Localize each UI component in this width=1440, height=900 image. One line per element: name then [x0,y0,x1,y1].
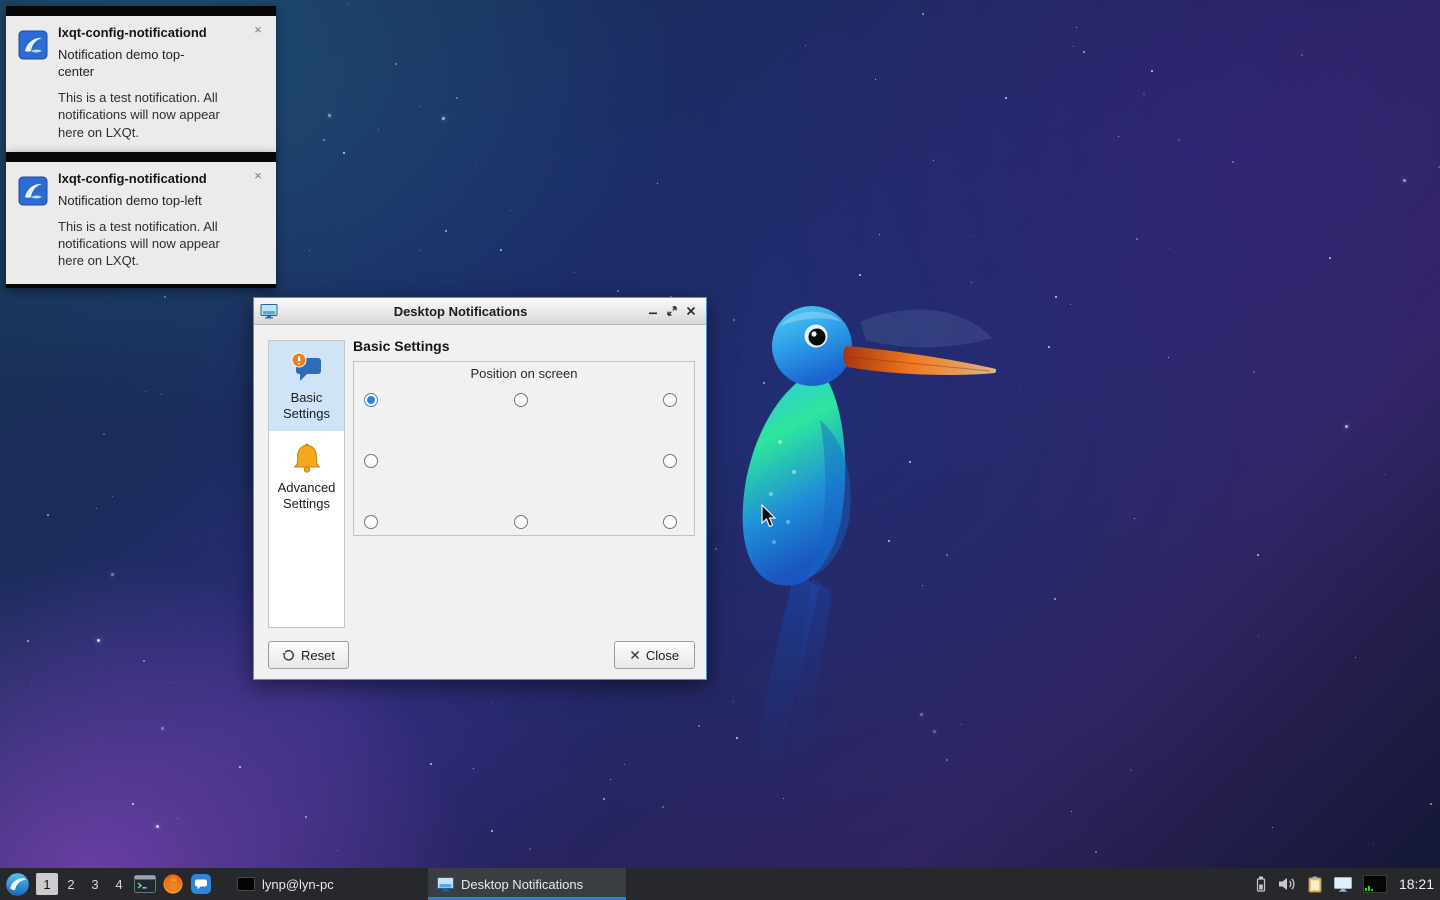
terminal-launcher[interactable] [132,868,158,900]
radio-top-left[interactable] [364,393,378,407]
reset-icon [282,649,295,662]
chat-launcher[interactable] [188,868,214,900]
notification-app-name: lxqt-config-notificationd [58,171,243,186]
display-icon[interactable] [1333,876,1353,892]
notification-bottom-edge [6,284,276,288]
lxqt-logo-icon [5,872,30,897]
clock[interactable]: 18:21 [1399,876,1434,892]
radio-top-right[interactable] [663,393,677,407]
workspace-2[interactable]: 2 [60,873,82,895]
task-desktop-notifications[interactable]: Desktop Notifications [428,868,626,900]
close-button[interactable]: Close [614,641,695,669]
chat-icon [190,873,212,895]
notification-titlebar [6,152,276,162]
radio-top-center[interactable] [514,393,528,407]
workspace-pager: 1 2 3 4 [36,873,130,895]
workspace-3[interactable]: 3 [84,873,106,895]
notification-top-left: lxqt-config-notificationd × Notification… [6,152,276,288]
window-title: Desktop Notifications [278,304,643,319]
radio-middle-right[interactable] [663,454,677,468]
radio-bottom-center[interactable] [514,515,528,529]
notification-body: This is a test notification. All notific… [58,89,238,140]
notification-summary: Notification demo top-left [58,192,208,209]
workspace-1[interactable]: 1 [36,873,58,895]
hummingbird-illustration [660,280,1080,800]
position-groupbox: Position on screen [353,361,695,536]
notification-app-name: lxqt-config-notificationd [58,25,243,40]
page-title: Basic Settings [353,338,449,354]
close-x-icon [630,650,640,660]
workspace-4[interactable]: 4 [108,873,130,895]
sidebar-item-label: Advanced Settings [278,480,336,511]
lubuntu-bird-icon [18,30,48,60]
groupbox-title: Position on screen [354,366,694,381]
notification-close-button[interactable]: × [250,168,266,184]
notification-body: This is a test notification. All notific… [58,218,238,269]
reset-button-label: Reset [301,648,335,663]
close-button-label: Close [646,648,679,663]
notification-summary: Notification demo top-center [58,46,208,80]
battery-icon[interactable] [1255,875,1267,893]
task-label: Desktop Notifications [461,877,583,892]
settings-sidebar: Basic Settings Advanced Settings [268,340,345,628]
terminal-icon [134,875,156,893]
app-menu-button[interactable] [2,868,32,900]
volume-icon[interactable] [1277,876,1297,892]
notification-titlebar [6,6,276,16]
sidebar-item-advanced-settings[interactable]: Advanced Settings [269,431,344,521]
firefox-launcher[interactable] [160,868,186,900]
lubuntu-bird-icon [18,176,48,206]
restore-icon[interactable] [662,302,681,321]
monitor-icon [437,877,454,892]
sidebar-item-basic-settings[interactable]: Basic Settings [269,341,344,431]
radio-middle-left[interactable] [364,454,378,468]
task-label: lynp@lyn-pc [262,877,334,892]
close-icon[interactable] [681,302,700,321]
system-tray: 18:21 [1255,875,1440,893]
mouse-cursor [760,504,778,530]
reset-button[interactable]: Reset [268,641,349,669]
clipboard-icon[interactable] [1307,875,1323,893]
bell-icon [289,441,325,475]
taskbar: 1 2 3 4 lynp@lyn-pc [0,868,1440,900]
task-terminal-lynp[interactable]: lynp@lyn-pc [228,868,346,900]
system-monitor-icon[interactable] [1363,875,1387,893]
terminal-window-icon [237,877,255,891]
sidebar-item-label: Basic Settings [283,390,330,421]
notification-top-center: lxqt-config-notificationd × Notification… [6,6,276,155]
notification-bubble-icon [289,351,325,385]
radio-bottom-left[interactable] [364,515,378,529]
firefox-icon [162,873,184,895]
desktop-notifications-window: Desktop Notifications Basic Set [253,297,707,680]
window-icon [260,304,278,319]
window-titlebar[interactable]: Desktop Notifications [254,298,706,325]
radio-bottom-right[interactable] [663,515,677,529]
notification-close-button[interactable]: × [250,22,266,38]
minimize-icon[interactable] [643,302,662,321]
